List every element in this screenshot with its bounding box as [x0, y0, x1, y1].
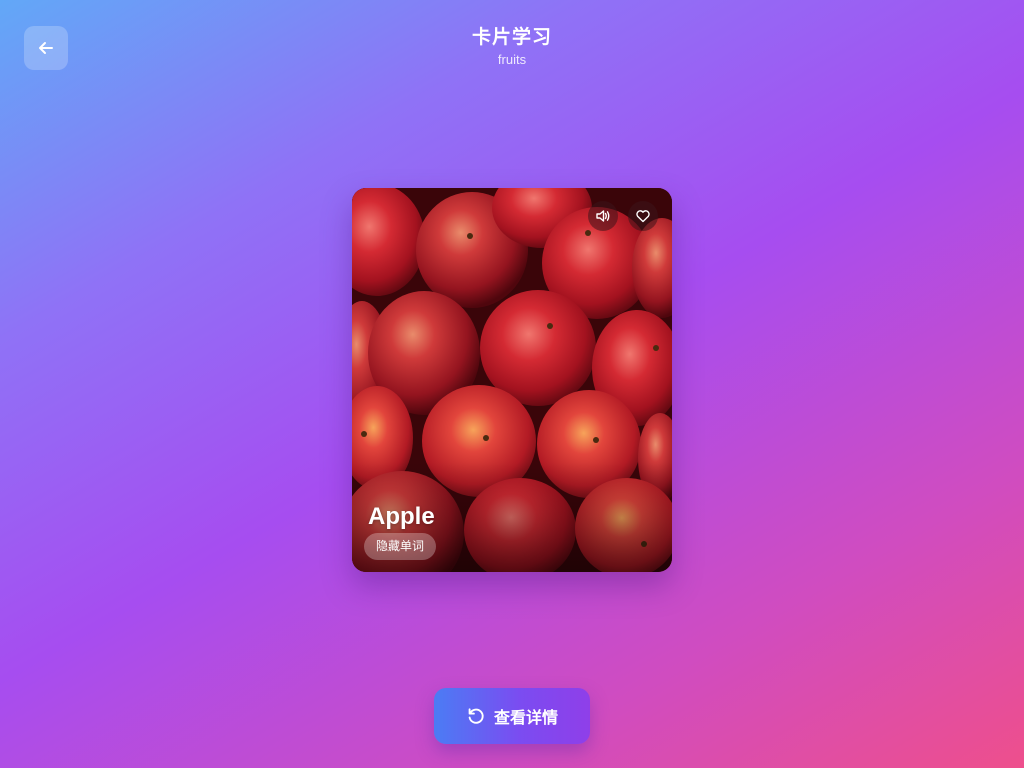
- rotate-icon: [468, 708, 484, 724]
- card-word: Apple: [368, 503, 435, 530]
- speaker-button[interactable]: [588, 201, 618, 231]
- hide-word-button[interactable]: 隐藏单词: [364, 533, 437, 560]
- header: 卡片学习 fruits: [0, 26, 1024, 67]
- view-details-label: 查看详情: [493, 710, 558, 727]
- page-title: 卡片学习: [471, 27, 552, 48]
- flashcard[interactable]: Apple 隐藏单词: [352, 188, 672, 572]
- view-details-button[interactable]: 查看详情: [434, 688, 590, 744]
- page-subtitle: fruits: [497, 52, 527, 67]
- favorite-button[interactable]: [628, 201, 658, 231]
- heart-icon: [636, 210, 650, 223]
- speaker-icon: [596, 210, 610, 222]
